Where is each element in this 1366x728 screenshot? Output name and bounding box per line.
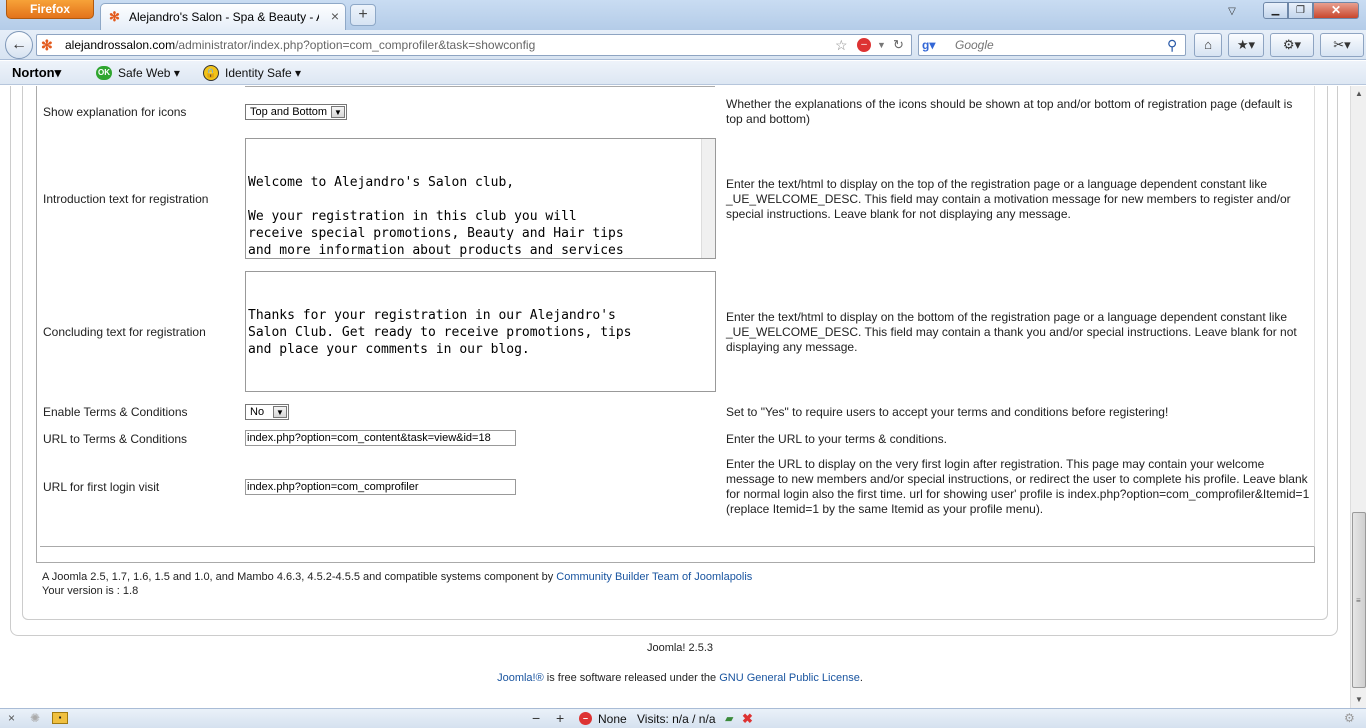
bookmark-star-icon[interactable]: ☆ (835, 37, 851, 53)
setting-label-first-login-url: URL for first login visit (43, 480, 160, 494)
component-credit: A Joomla 2.5, 1.7, 1.6, 1.5 and 1.0, and… (42, 571, 752, 583)
setting-label-show-explanation: Show explanation for icons (43, 105, 187, 119)
tools-button[interactable]: ✂▾ (1320, 33, 1364, 57)
adblock-stop-icon[interactable]: – (857, 38, 871, 52)
concluding-text-value: Thanks for your registration in our Alej… (248, 308, 632, 357)
zoom-out-button[interactable]: − (532, 710, 544, 726)
back-button[interactable]: ← (5, 31, 33, 59)
url-bar[interactable]: ✻ alejandrossalon.com/administrator/inde… (36, 34, 912, 56)
first-login-url-field[interactable]: index.php?option=com_comprofiler (245, 479, 516, 495)
navigation-bar: ← ✻ alejandrossalon.com/administrator/in… (0, 30, 1366, 60)
gpl-link[interactable]: GNU General Public License (719, 672, 860, 684)
intro-text-value: Welcome to Alejandro's Salon club, We yo… (248, 175, 624, 258)
setting-label-concluding-text: Concluding text for registration (43, 325, 206, 339)
enable-terms-value: No (250, 406, 265, 418)
safe-web-label: Safe Web (118, 66, 171, 80)
zoom-in-button[interactable]: + (556, 710, 568, 726)
blocked-status[interactable]: None (598, 712, 638, 726)
chevron-down-icon: ▼ (273, 406, 287, 418)
component-version: Your version is : 1.8 (42, 585, 139, 597)
norton-menu[interactable]: Norton▾ (12, 65, 72, 81)
safe-web-menu[interactable]: Safe Web ▾ (118, 66, 188, 80)
close-icon[interactable]: × (8, 711, 20, 725)
setting-label-enable-terms: Enable Terms & Conditions (43, 405, 188, 419)
reload-icon[interactable]: ↻ (893, 37, 909, 53)
folder-icon[interactable]: ▪ (52, 712, 68, 724)
search-bar[interactable]: g▾ ⚲ (918, 34, 1186, 56)
page-scrollbar[interactable]: ▲ ≡ ▼ (1350, 86, 1366, 708)
textarea-scrollbar[interactable] (701, 139, 715, 258)
addon-gear-button[interactable]: ⚙▾ (1270, 33, 1314, 57)
setting-desc-first-login-url: Enter the URL to display on the very fir… (726, 457, 1310, 516)
history-dropdown-icon[interactable]: ▼ (877, 38, 889, 52)
setting-label-intro-text: Introduction text for registration (43, 192, 209, 206)
page-content: Show explanation for icons Top and Botto… (0, 86, 1350, 708)
window-minimize-button[interactable]: ▁ (1263, 2, 1288, 19)
norton-toolbar: Norton▾ OK Safe Web ▾ 🔒 Identity Safe ▾ (0, 61, 1366, 85)
chevron-down-icon: ▼ (331, 106, 345, 118)
credit-text: A Joomla 2.5, 1.7, 1.6, 1.5 and 1.0, and… (42, 571, 554, 583)
norton-brand: Norton (12, 65, 55, 80)
tab-list-chevron-icon[interactable]: ▽ (1224, 6, 1240, 20)
license-text: is free software released under the (546, 672, 717, 684)
show-explanation-value: Top and Bottom (250, 106, 328, 118)
community-builder-link[interactable]: Community Builder Team of Joomlapolis (556, 571, 752, 583)
url-text[interactable]: alejandrossalon.com/administrator/index.… (65, 38, 765, 54)
blocked-icon[interactable]: – (579, 712, 592, 725)
concluding-text-textarea[interactable]: Thanks for your registration in our Alej… (245, 271, 716, 392)
tab-active[interactable]: ✻ Alejandro's Salon - Spa & Beauty - Adm… (100, 3, 346, 30)
google-engine-icon[interactable]: g▾ (922, 37, 948, 53)
joomla-favicon-icon: ✻ (109, 9, 120, 24)
intro-text-textarea[interactable]: Welcome to Alejandro's Salon club, We yo… (245, 138, 716, 259)
disable-x-icon[interactable]: ✖ (742, 711, 754, 726)
joomla-favicon-icon: ✻ (41, 37, 53, 53)
url-path: /administrator/index.php?option=com_comp… (175, 38, 536, 52)
title-bar: Firefox ✻ Alejandro's Salon - Spa & Beau… (0, 0, 1366, 30)
setting-desc-terms-url: Enter the URL to your terms & conditions… (726, 432, 947, 446)
setting-desc-intro-text: Enter the text/html to display on the to… (726, 177, 1291, 221)
visits-chart-icon[interactable]: ▰ (725, 712, 739, 725)
gear-icon[interactable]: ✺ (30, 711, 44, 725)
scroll-down-arrow-icon[interactable]: ▼ (1351, 692, 1366, 708)
window-restore-button[interactable]: ❐ (1288, 2, 1313, 19)
tab-title: Alejandro's Salon - Spa & Beauty - Admi.… (129, 10, 319, 24)
setting-desc-enable-terms: Set to "Yes" to require users to accept … (726, 405, 1169, 419)
safe-web-ok-icon: OK (96, 66, 112, 80)
setting-desc-show-explanation: Whether the explanations of the icons sh… (726, 97, 1293, 126)
field-divider (245, 86, 715, 87)
setting-desc-concluding-text: Enter the text/html to display on the bo… (726, 310, 1297, 354)
joomla-version: Joomla! 2.5.3 (646, 642, 714, 654)
joomla-link[interactable]: Joomla!® (497, 672, 544, 684)
status-bar: × ✺ ▪ − + – None Visits: n/a / n/a ▰ ✖ ⚙ (0, 708, 1366, 728)
enable-terms-select[interactable]: No ▼ (245, 404, 289, 420)
window-close-button[interactable]: ✕ (1313, 2, 1359, 19)
identity-safe-lock-icon: 🔒 (203, 65, 219, 81)
url-domain: alejandrossalon.com (65, 38, 176, 52)
identity-safe-label: Identity Safe (225, 66, 292, 80)
bookmarks-button[interactable]: ★▾ (1228, 33, 1264, 57)
scrollbar-thumb[interactable]: ≡ (1352, 512, 1366, 688)
home-button[interactable]: ⌂ (1194, 33, 1222, 57)
joomla-license: Joomla!® is free software released under… (0, 672, 1350, 684)
visits-counter: Visits: n/a / n/a (637, 712, 716, 726)
identity-safe-menu[interactable]: Identity Safe ▾ (225, 66, 305, 80)
show-explanation-select[interactable]: Top and Bottom ▼ (245, 104, 347, 120)
scroll-up-arrow-icon[interactable]: ▲ (1351, 86, 1366, 102)
tab-close-icon[interactable]: × (327, 8, 343, 24)
settings-wheel-icon[interactable]: ⚙ (1344, 711, 1360, 725)
firefox-menu-button[interactable]: Firefox (6, 0, 94, 19)
search-magnifier-icon[interactable]: ⚲ (1167, 36, 1183, 54)
grip-icon: ≡ (1356, 596, 1361, 605)
license-end: . (859, 672, 863, 684)
terms-url-field[interactable]: index.php?option=com_content&task=view&i… (245, 430, 516, 446)
search-input[interactable] (955, 36, 1155, 54)
new-tab-button[interactable]: + (350, 4, 376, 26)
setting-label-terms-url: URL to Terms & Conditions (43, 432, 188, 446)
